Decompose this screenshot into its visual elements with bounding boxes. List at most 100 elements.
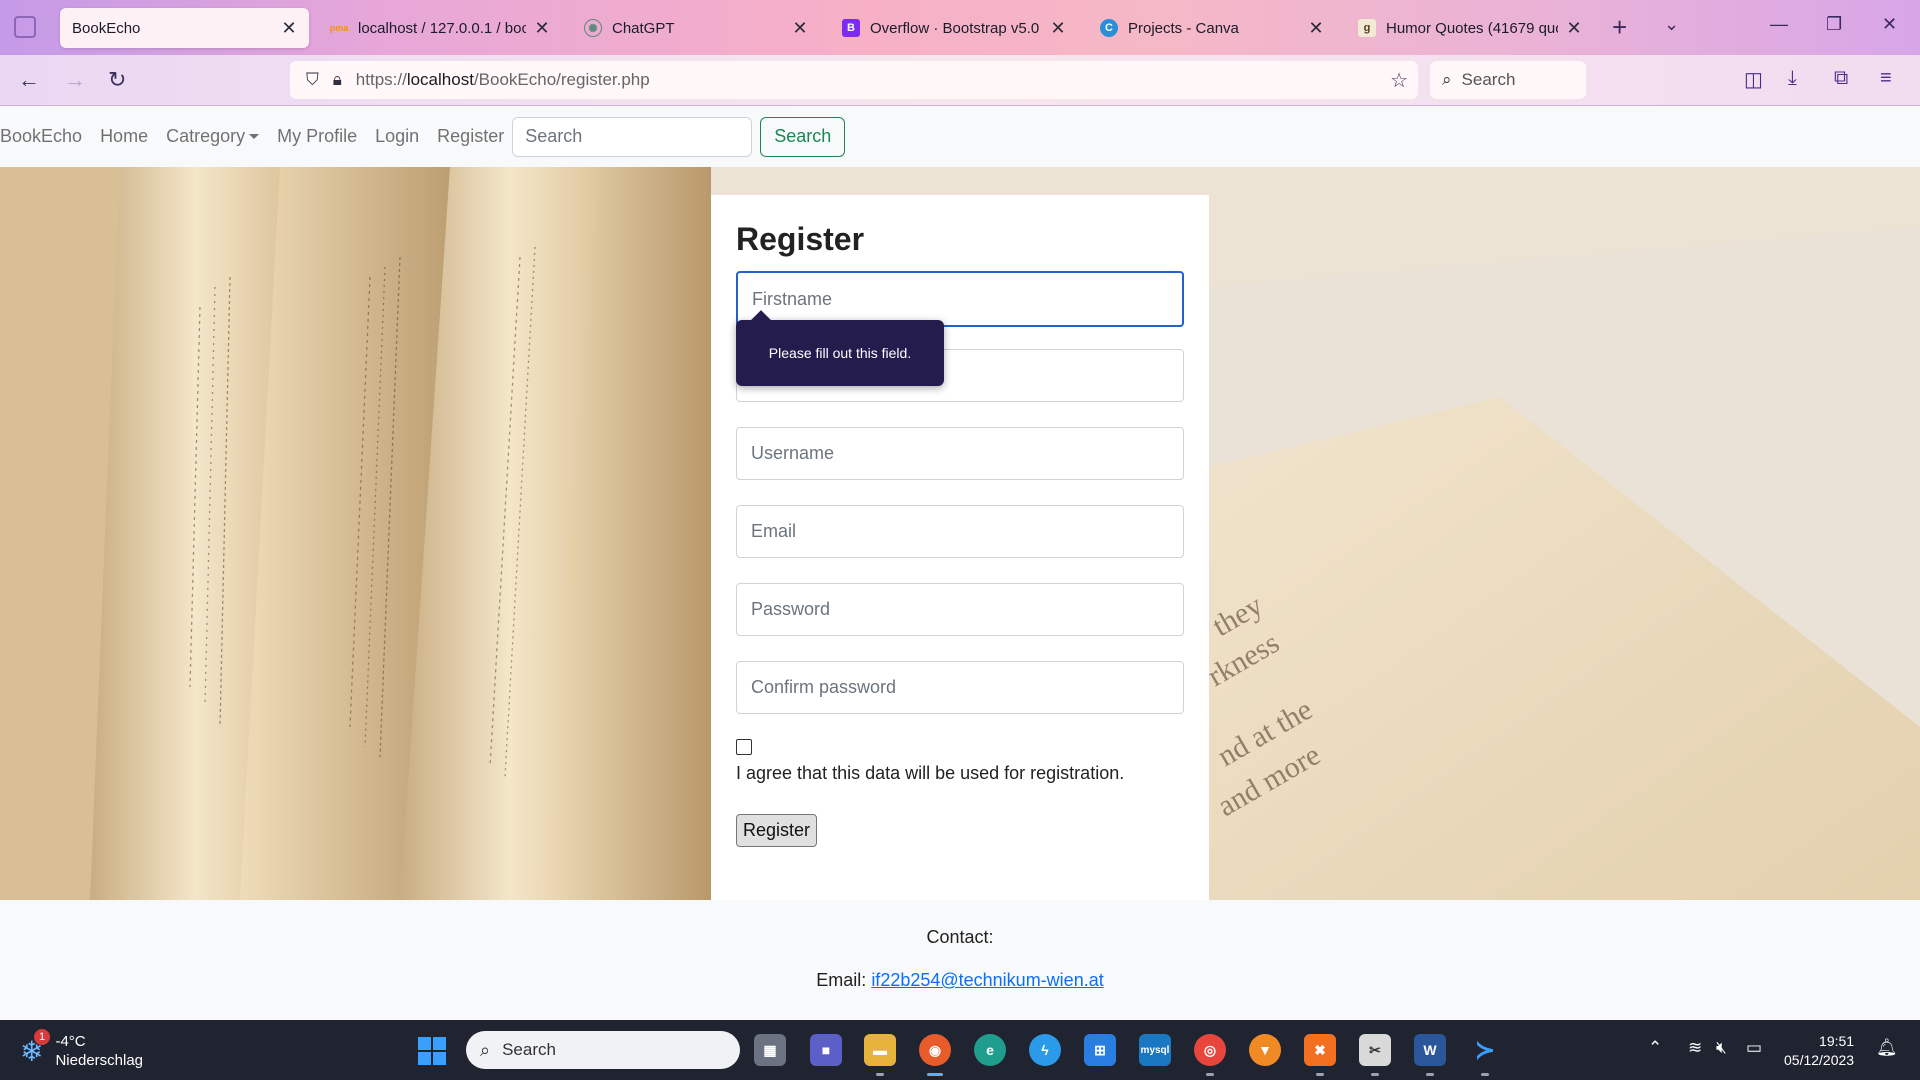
register-submit-button[interactable]: Register bbox=[736, 814, 818, 847]
weather-temperature: -4°C bbox=[55, 1033, 86, 1050]
close-icon[interactable]: ✕ bbox=[281, 18, 297, 39]
tab-label: Overflow · Bootstrap v5.0 bbox=[870, 19, 1040, 37]
tab-phpmyadmin[interactable]: pma localhost / 127.0.0.1 / book ✕ bbox=[318, 8, 562, 48]
window-close-icon[interactable]: ✕ bbox=[1882, 14, 1897, 35]
brand-link[interactable]: BookEcho bbox=[0, 126, 82, 147]
weather-widget[interactable]: ❄ 1 -4°C Niederschlag bbox=[20, 1028, 144, 1070]
footer-email-label: Email: bbox=[816, 970, 867, 990]
wifi-icon[interactable]: ≋ bbox=[1688, 1038, 1702, 1058]
battery-icon[interactable]: ▭ bbox=[1746, 1038, 1762, 1058]
reload-icon[interactable]: ↻ bbox=[108, 67, 126, 93]
footer-email-link[interactable]: if22b254@technikum-wien.at bbox=[871, 970, 1103, 990]
username-field[interactable] bbox=[736, 427, 1184, 480]
forward-arrow-icon[interactable]: → bbox=[64, 67, 86, 93]
taskbar-search-placeholder: Search bbox=[502, 1040, 556, 1059]
canva-icon: C bbox=[1100, 19, 1118, 37]
phpmyadmin-icon: pma bbox=[329, 23, 349, 33]
snowflake-icon: ❄ 1 bbox=[20, 1028, 50, 1068]
edge-icon[interactable]: e bbox=[974, 1034, 1006, 1066]
tab-bookecho[interactable]: BookEcho ✕ bbox=[60, 8, 309, 48]
site-navbar: BookEcho Home Catregory My Profile Login… bbox=[0, 106, 1920, 167]
nav-login[interactable]: Login bbox=[375, 126, 419, 147]
download-icon[interactable]: ⤓ bbox=[1788, 67, 1797, 90]
notification-badge: 1 bbox=[34, 1028, 50, 1045]
close-icon[interactable]: ✕ bbox=[534, 18, 550, 39]
tab-bootstrap[interactable]: B Overflow · Bootstrap v5.0 ✕ bbox=[830, 8, 1078, 48]
site-search-button[interactable]: Search bbox=[760, 116, 846, 157]
bookmark-star-icon[interactable]: ☆ bbox=[1390, 68, 1408, 93]
agree-checkbox[interactable] bbox=[736, 739, 752, 755]
close-icon[interactable]: ✕ bbox=[1566, 18, 1582, 39]
browser-search-placeholder: Search bbox=[1461, 70, 1516, 89]
search-icon: ⌕ bbox=[1442, 70, 1452, 89]
speaker-muted-icon[interactable]: 🔇︎ bbox=[1716, 1038, 1727, 1058]
tab-label: Projects - Canva bbox=[1128, 19, 1239, 37]
windows-start-button[interactable] bbox=[418, 1037, 446, 1065]
notification-bell-icon[interactable]: 🔔︎ bbox=[1876, 1038, 1898, 1058]
footer-contact-label: Contact: bbox=[926, 927, 994, 947]
clock-date: 05/12/2023 bbox=[1784, 1052, 1855, 1068]
email-field[interactable] bbox=[736, 505, 1184, 558]
xampp-icon[interactable]: ✖ bbox=[1304, 1034, 1336, 1076]
close-icon[interactable]: ✕ bbox=[1050, 18, 1066, 39]
chevron-up-icon[interactable]: ⌃ bbox=[1648, 1038, 1662, 1058]
brave-icon[interactable]: ▼ bbox=[1249, 1034, 1281, 1066]
close-icon[interactable]: ✕ bbox=[792, 18, 808, 39]
snipping-tool-icon[interactable]: ✂ bbox=[1359, 1034, 1391, 1076]
browser-toolbar: ← → ↻ ⛉ 🔒︎ https://localhost/BookEcho/re… bbox=[0, 55, 1920, 106]
restore-icon[interactable]: ❐ bbox=[1826, 14, 1842, 35]
chrome-icon[interactable]: ◎ bbox=[1194, 1034, 1226, 1076]
bootstrap-icon: B bbox=[842, 19, 860, 37]
browser-tab-bar: BookEcho ✕ pma localhost / 127.0.0.1 / b… bbox=[0, 0, 1920, 55]
lock-icon[interactable]: 🔒︎ bbox=[333, 70, 342, 90]
agree-row: I agree that this data will be used for … bbox=[736, 739, 1184, 784]
site-footer: Contact: Email: if22b254@technikum-wien.… bbox=[0, 900, 1920, 1020]
minimize-icon[interactable]: — bbox=[1770, 14, 1788, 35]
extensions-icon[interactable]: ⧉ bbox=[1834, 67, 1848, 90]
register-title: Register bbox=[736, 221, 865, 257]
firstname-field[interactable] bbox=[736, 271, 1184, 327]
close-icon[interactable]: ✕ bbox=[1308, 18, 1324, 39]
microsoft-store-icon[interactable]: ⊞ bbox=[1084, 1034, 1116, 1066]
tab-chatgpt[interactable]: ✺ ChatGPT ✕ bbox=[572, 8, 820, 48]
clock-time: 19:51 bbox=[1819, 1033, 1855, 1049]
url-text[interactable]: https://localhost/BookEcho/register.php bbox=[356, 70, 650, 90]
tab-canva[interactable]: C Projects - Canva ✕ bbox=[1088, 8, 1336, 48]
goodreads-icon: g bbox=[1358, 19, 1376, 37]
firefox-view-button[interactable] bbox=[14, 16, 36, 38]
teams-chat-icon[interactable]: ■ bbox=[810, 1034, 842, 1066]
menu-icon[interactable]: ≡ bbox=[1880, 67, 1892, 90]
shield-icon[interactable]: ⛉ bbox=[306, 70, 319, 90]
nav-category-dropdown[interactable]: Catregory bbox=[166, 126, 260, 147]
browser-search-box[interactable]: ⌕ Search bbox=[1430, 61, 1586, 99]
tab-label: Humor Quotes (41679 quot bbox=[1386, 19, 1558, 37]
new-tab-icon[interactable]: + bbox=[1612, 12, 1627, 43]
windows-taskbar: ❄ 1 -4°C Niederschlag ⌕ Search ▦ ■ ▬ ◉ e … bbox=[0, 1020, 1920, 1080]
nav-home[interactable]: Home bbox=[100, 126, 148, 147]
chatgpt-icon: ✺ bbox=[584, 19, 602, 37]
tab-label: localhost / 127.0.0.1 / book bbox=[358, 19, 526, 37]
task-view-icon[interactable]: ▦ bbox=[754, 1034, 786, 1066]
weather-description: Niederschlag bbox=[55, 1052, 144, 1069]
back-arrow-icon[interactable]: ← bbox=[18, 67, 40, 93]
register-card: Register I agree that this data will be … bbox=[711, 195, 1209, 900]
word-icon[interactable]: W bbox=[1414, 1034, 1446, 1076]
vscode-icon[interactable]: ≻ bbox=[1469, 1034, 1501, 1076]
system-clock[interactable]: 19:51 05/12/2023 bbox=[1784, 1032, 1854, 1070]
thunder-app-icon[interactable]: ϟ bbox=[1029, 1034, 1061, 1066]
file-explorer-icon[interactable]: ▬ bbox=[864, 1034, 896, 1076]
search-icon: ⌕ bbox=[480, 1039, 491, 1060]
confirm-password-field[interactable] bbox=[736, 661, 1184, 714]
url-bar[interactable]: ⛉ 🔒︎ https://localhost/BookEcho/register… bbox=[290, 61, 1418, 99]
nav-register[interactable]: Register bbox=[437, 126, 504, 147]
firefox-icon[interactable]: ◉ bbox=[919, 1034, 951, 1076]
password-field[interactable] bbox=[736, 583, 1184, 636]
nav-my-profile[interactable]: My Profile bbox=[277, 126, 357, 147]
pocket-icon[interactable]: ◫ bbox=[1744, 67, 1763, 92]
site-search-input[interactable] bbox=[512, 116, 753, 157]
taskbar-search-box[interactable]: ⌕ Search bbox=[466, 1031, 740, 1069]
mysql-icon[interactable]: mysql bbox=[1139, 1034, 1171, 1066]
caret-down-icon bbox=[249, 134, 260, 139]
tab-goodreads[interactable]: g Humor Quotes (41679 quot ✕ bbox=[1346, 8, 1594, 48]
chevron-down-icon[interactable]: ⌄ bbox=[1664, 14, 1679, 35]
